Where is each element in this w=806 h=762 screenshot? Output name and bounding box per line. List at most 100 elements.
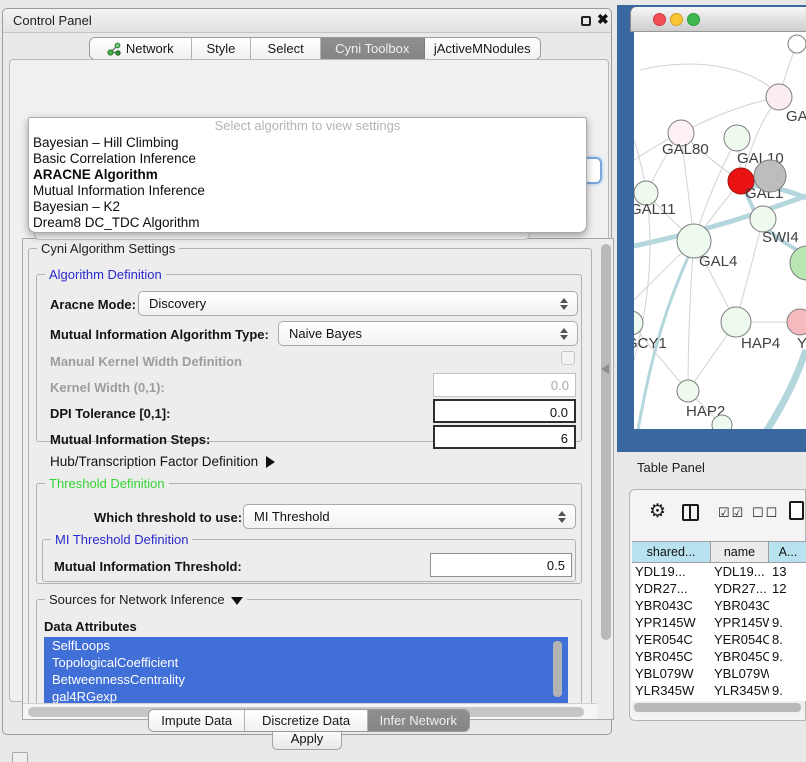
algorithm-option[interactable]: Bayesian – K2 [29, 199, 586, 215]
unchecked-columns-icon[interactable]: ☐☐ [752, 505, 779, 521]
tab-impute-data[interactable]: Impute Data [149, 710, 245, 731]
tab-cyni-toolbox[interactable]: Cyni Toolbox [321, 38, 425, 59]
data-attributes-label: Data Attributes [44, 619, 137, 634]
tab-select[interactable]: Select [251, 38, 321, 59]
minimize-window-icon[interactable] [670, 13, 683, 26]
table-cell: 8. [769, 631, 806, 648]
tab-network[interactable]: Network [90, 38, 192, 59]
dpi-tolerance-field[interactable]: 0.0 [433, 399, 576, 423]
node-label: HAP4 [741, 335, 780, 352]
mi-type-combo[interactable]: Naive Bayes [278, 321, 578, 346]
network-node[interactable] [724, 125, 750, 151]
float-panel-icon[interactable] [581, 16, 591, 26]
close-panel-icon[interactable]: ✖ [597, 11, 609, 28]
splitter-cursor [601, 364, 609, 374]
aracne-mode-value: Discovery [149, 296, 206, 311]
kernel-width-label: Kernel Width (0,1): [50, 380, 165, 395]
table-cell: YLR345W [711, 682, 769, 699]
table-cell [769, 665, 806, 682]
hub-definition-label: Hub/Transcription Factor Definition [50, 454, 258, 469]
column-header-shared-name[interactable]: shared... [632, 542, 711, 562]
algorithm-option[interactable]: Dream8 DC_TDC Algorithm [29, 215, 586, 231]
table-row[interactable]: YBL079WYBL079W [632, 665, 806, 682]
document-icon[interactable] [789, 501, 804, 520]
table-cell: YBR043C [711, 597, 769, 614]
checked-columns-icon[interactable]: ☑☑ [718, 505, 745, 521]
tab-infer-network[interactable]: Infer Network [368, 710, 469, 731]
network-edge [755, 350, 806, 429]
table-row[interactable]: YER054CYER054C8. [632, 631, 806, 648]
expanded-arrow-icon [231, 597, 243, 605]
which-threshold-combo[interactable]: MI Threshold [243, 504, 576, 529]
node-table: shared... name A... YDL19...YDL19...13YD… [632, 541, 806, 701]
network-node[interactable] [721, 307, 751, 337]
split-view-icon[interactable] [682, 504, 699, 521]
table-row[interactable]: YBR045CYBR045C9. [632, 648, 806, 665]
tab-jactivemnodules[interactable]: jActiveMNodules [425, 38, 540, 59]
node-label: Y [797, 335, 806, 352]
network-node[interactable] [754, 160, 786, 192]
table-row[interactable]: YPR145WYPR145W9. [632, 614, 806, 631]
kernel-width-field[interactable]: 0.0 [433, 373, 576, 397]
tab-style[interactable]: Style [192, 38, 252, 59]
minimized-panel-icon[interactable] [12, 752, 28, 762]
stepper-arrows-icon [558, 511, 566, 523]
attributes-scrollbar[interactable] [553, 641, 562, 697]
network-node[interactable] [788, 35, 806, 53]
manual-kernel-checkbox[interactable] [561, 351, 575, 365]
network-canvas[interactable]: GALGAL80GAL10GAL1GAL11SWI4GAL4GCY1HAP4YH… [634, 32, 806, 429]
table-row[interactable]: YLR345WYLR345W9. [632, 682, 806, 699]
close-window-icon[interactable] [653, 13, 666, 26]
algorithm-option[interactable]: Mutual Information Inference [29, 183, 586, 199]
network-node[interactable] [634, 311, 643, 335]
control-panel-window: Control Panel ✖ Network Style Select [2, 8, 612, 735]
mi-threshold-field[interactable]: 0.5 [430, 553, 572, 577]
table-row[interactable]: YDL19...YDL19...13 [632, 563, 806, 580]
table-row[interactable]: YDR27...YDR27...12 [632, 580, 806, 597]
gear-icon[interactable]: ⚙ [649, 500, 666, 523]
network-edge [688, 241, 694, 391]
tab-label: Infer Network [380, 713, 457, 728]
table-horizontal-scrollbar[interactable] [634, 703, 801, 712]
zoom-window-icon[interactable] [687, 13, 700, 26]
group-title: Threshold Definition [45, 476, 169, 491]
node-label: GAL4 [699, 253, 737, 270]
settings-vertical-scrollbar[interactable] [601, 244, 611, 640]
column-header-name[interactable]: name [711, 542, 769, 562]
data-attribute-item[interactable]: gal4RGexp [44, 688, 568, 703]
data-attribute-item[interactable]: BetweennessCentrality [44, 671, 568, 688]
column-header-a[interactable]: A... [769, 542, 806, 562]
mi-steps-field[interactable]: 6 [433, 425, 576, 449]
data-attribute-item[interactable]: TopologicalCoefficient [44, 654, 568, 671]
aracne-mode-combo[interactable]: Discovery [138, 291, 578, 316]
panel-title: Control Panel [13, 13, 92, 28]
table-panel: ⚙ ☑☑ ☐☐ shared... name A... YDL19...YDL1… [629, 489, 806, 721]
network-node[interactable] [677, 380, 699, 402]
mi-steps-label: Mutual Information Steps: [50, 432, 210, 447]
mi-type-label: Mutual Information Algorithm Type: [50, 327, 269, 342]
table-row[interactable]: YBR043CYBR043C [632, 597, 806, 614]
mi-type-value: Naive Bayes [289, 326, 362, 341]
network-edge [640, 64, 779, 97]
algorithm-option[interactable]: Bayesian – Hill Climbing [29, 135, 586, 151]
network-node[interactable] [766, 84, 792, 110]
aracne-mode-label: Aracne Mode: [50, 297, 136, 312]
tab-label: Style [206, 41, 235, 56]
mi-threshold-label: Mutual Information Threshold: [54, 559, 242, 574]
settings-scroll-content: Cyni Algorithm Settings Algorithm Defini… [22, 238, 597, 703]
algorithm-option[interactable]: Basic Correlation Inference [29, 151, 586, 167]
data-attribute-item[interactable]: SelfLoops [44, 637, 568, 654]
tab-discretize-data[interactable]: Discretize Data [245, 710, 367, 731]
network-node[interactable] [787, 309, 806, 335]
hub-definition-toggle[interactable]: Hub/Transcription Factor Definition [50, 454, 275, 469]
table-body: YDL19...YDL19...13YDR27...YDR27...12YBR0… [632, 563, 806, 701]
table-cell: YBL079W [632, 665, 711, 682]
sources-toggle[interactable]: Sources for Network Inference [45, 592, 247, 607]
network-edge [736, 219, 763, 322]
algorithm-option-list: Bayesian – Hill ClimbingBasic Correlatio… [29, 135, 586, 231]
network-window-titlebar[interactable] [630, 7, 806, 32]
cyni-bottom-tabbar: Impute Data Discretize Data Infer Networ… [148, 709, 470, 732]
network-node[interactable] [790, 246, 806, 280]
algorithm-option[interactable]: ARACNE Algorithm [29, 167, 586, 183]
table-cell: YER054C [632, 631, 711, 648]
